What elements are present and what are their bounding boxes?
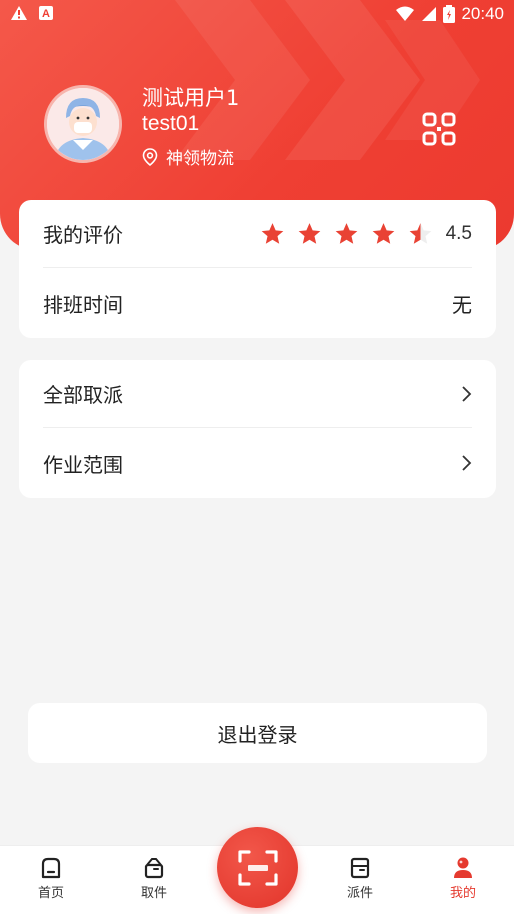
status-time: 20:40 xyxy=(461,4,504,23)
company-name: 神领物流 xyxy=(166,149,234,169)
tab-pickup[interactable]: 取件 xyxy=(124,856,184,901)
schedule-row: 排班时间 无 xyxy=(43,269,472,337)
evaluation-card: 我的评价 4.5 排班时间 无 xyxy=(19,200,496,338)
tab-label: 首页 xyxy=(37,886,64,901)
home-icon xyxy=(41,857,61,879)
tab-label: 派件 xyxy=(346,886,373,901)
rating-value: 4.5 xyxy=(445,222,472,244)
tab-home[interactable]: 首页 xyxy=(21,856,81,901)
schedule-value: 无 xyxy=(452,292,472,317)
tab-mine[interactable]: 我的 xyxy=(433,856,493,901)
user-icon xyxy=(454,857,472,878)
company-info: 神领物流 xyxy=(142,144,234,169)
menu-item-label: 作业范围 xyxy=(43,452,123,477)
location-pin-icon xyxy=(142,147,158,166)
schedule-label: 排班时间 xyxy=(43,292,123,317)
signal-icon xyxy=(422,7,437,21)
scan-icon xyxy=(237,849,278,886)
menu-item-all-tasks[interactable]: 全部取派 xyxy=(43,360,472,428)
star-full-icon xyxy=(261,222,283,244)
svg-text:A: A xyxy=(42,8,50,20)
warning-icon xyxy=(11,6,27,20)
logout-button[interactable]: 退出登录 xyxy=(28,703,487,763)
menu-item-work-area[interactable]: 作业范围 xyxy=(43,429,472,497)
app-notification-icon: A xyxy=(39,6,53,20)
menu-card: 全部取派 作业范围 xyxy=(19,360,496,498)
evaluation-label: 我的评价 xyxy=(43,223,123,247)
star-rating: 4.5 xyxy=(259,221,472,247)
wifi-icon xyxy=(396,6,415,21)
star-half-icon xyxy=(409,222,431,244)
tab-label: 取件 xyxy=(140,886,167,901)
courier-avatar-icon xyxy=(47,88,119,160)
star-full-icon xyxy=(335,222,357,244)
evaluation-row: 我的评价 4.5 xyxy=(43,200,472,268)
chevron-right-icon xyxy=(462,385,472,402)
pickup-package-icon xyxy=(144,858,164,879)
tab-label: 我的 xyxy=(449,886,476,901)
chevron-right-icon xyxy=(462,455,472,471)
delivery-package-icon xyxy=(350,857,370,879)
qr-code-icon[interactable] xyxy=(422,112,456,146)
avatar[interactable] xyxy=(44,85,122,163)
star-full-icon xyxy=(372,222,394,244)
scan-button[interactable] xyxy=(217,827,298,908)
user-account: test01 xyxy=(142,112,200,135)
star-full-icon xyxy=(298,222,320,244)
status-bar: A 20:40 xyxy=(0,0,514,28)
user-name: 测试用户1 xyxy=(142,86,240,110)
tab-delivery[interactable]: 派件 xyxy=(330,856,390,901)
menu-item-label: 全部取派 xyxy=(43,383,123,407)
battery-icon xyxy=(443,5,456,23)
